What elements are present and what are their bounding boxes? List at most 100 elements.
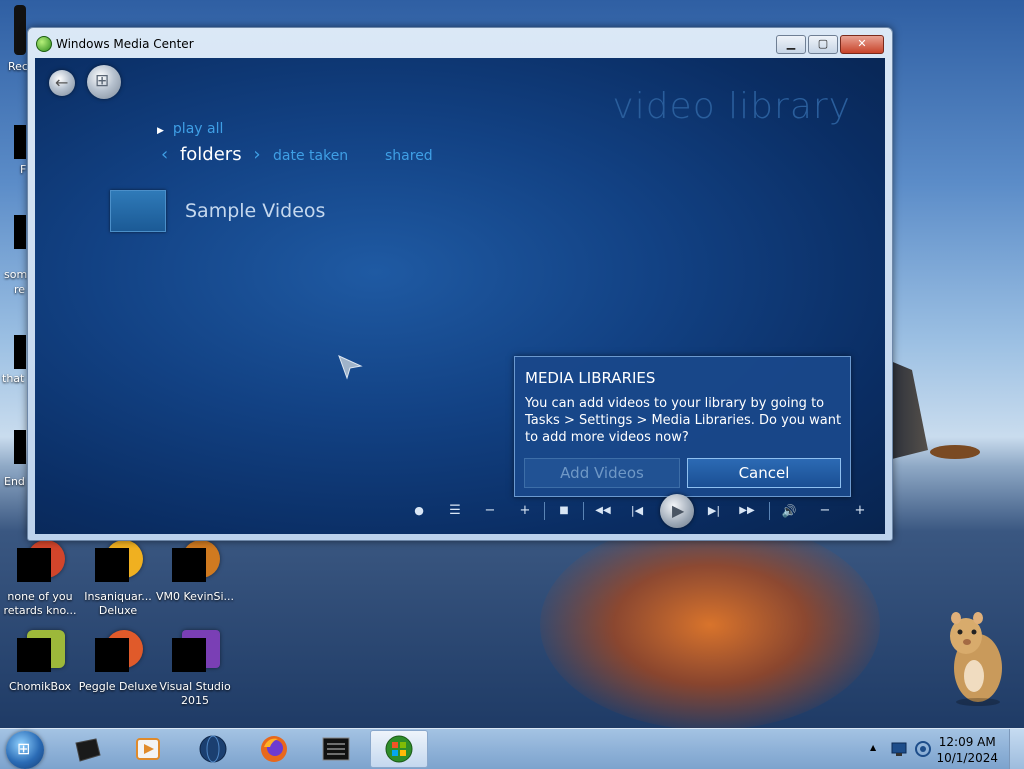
desktop-edge-label: Rec	[8, 60, 28, 73]
redacted-block	[17, 548, 51, 582]
minimize-button[interactable]: ▁	[776, 35, 806, 54]
volume-down-button[interactable]: −	[816, 502, 834, 520]
redacted-block	[172, 548, 206, 582]
wallpaper-rock-base	[930, 445, 980, 459]
desktop-icon-visual-studio[interactable]: Visual Studio 2015	[155, 630, 235, 708]
system-clock[interactable]: 12:09 AM 10/1/2024	[936, 734, 998, 766]
folder-label: Sample Videos	[185, 200, 326, 222]
desktop-partial-icon[interactable]	[14, 430, 26, 464]
media-center-start-button[interactable]: ⊞	[87, 65, 121, 99]
play-button[interactable]: ▶	[660, 494, 694, 528]
back-button[interactable]: ←	[49, 70, 75, 96]
desktop-edge-label: End	[4, 475, 25, 488]
taskbar-command-prompt-icon[interactable]	[320, 733, 352, 765]
network-icon[interactable]	[890, 741, 908, 757]
media-center-content: ← ⊞ video library ▶ play all ‹ folders › …	[35, 58, 885, 534]
taskbar: ⊞ ▲ 12:09 AM 10/1/2024	[0, 728, 1024, 769]
desktop-partial-icon[interactable]	[14, 215, 26, 249]
mute-button[interactable]: 🔊	[778, 502, 800, 520]
play-icon: ▶	[672, 501, 685, 520]
wallpaper-rock	[888, 360, 928, 460]
play-all-link[interactable]: ▶ play all	[157, 121, 223, 137]
redacted-block	[17, 638, 51, 672]
clock-date: 10/1/2024	[936, 751, 998, 765]
add-videos-button[interactable]: Add Videos	[524, 458, 680, 488]
desktop-partial-icon[interactable]	[14, 125, 26, 159]
rewind-button[interactable]: ◀◀	[591, 502, 615, 520]
fast-forward-button[interactable]: ▶▶	[735, 502, 759, 520]
desktop-icon-label: Visual Studio 2015	[159, 680, 231, 707]
desktop-edge-label: som	[4, 268, 28, 281]
chevron-left-icon[interactable]: ‹	[161, 144, 168, 165]
redacted-block	[172, 638, 206, 672]
app-icon	[172, 630, 220, 676]
channel-up-button[interactable]: +	[516, 502, 534, 520]
play-all-label: play all	[172, 121, 224, 137]
media-center-logo-icon	[36, 36, 52, 52]
media-center-cursor-icon	[338, 355, 363, 380]
redacted-block	[95, 548, 129, 582]
next-button[interactable]: ▶|	[703, 502, 725, 520]
back-arrow-icon: ←	[55, 73, 69, 92]
maximize-button[interactable]: ▢	[808, 35, 838, 54]
dialog-message: You can add videos to your library by go…	[525, 396, 842, 445]
desktop-edge-label: F	[20, 163, 27, 176]
view-date-taken[interactable]: date taken	[273, 148, 348, 164]
folder-thumbnail	[110, 190, 166, 232]
taskbar-black-box-icon[interactable]	[72, 733, 104, 765]
window-title: Windows Media Center	[56, 37, 194, 51]
media-libraries-dialog: MEDIA LIBRARIES You can add videos to yo…	[514, 356, 851, 497]
folder-sample-videos[interactable]: Sample Videos	[110, 190, 325, 232]
taskbar-media-center-button[interactable]	[370, 730, 428, 768]
cancel-button[interactable]: Cancel	[687, 458, 841, 488]
windows-logo-icon: ⊞	[17, 739, 31, 758]
show-hidden-icons-button[interactable]: ▲	[870, 743, 876, 752]
desktop-icon-label: VM0 KevinSi...	[155, 590, 234, 603]
app-icon	[95, 540, 143, 586]
play-triangle-icon: ▶	[157, 126, 164, 136]
app-icon	[17, 630, 65, 676]
show-desktop-button[interactable]	[1009, 729, 1024, 769]
view-current-folders[interactable]: folders	[180, 144, 242, 165]
close-button[interactable]: ✕	[840, 35, 884, 54]
volume-up-button[interactable]: +	[851, 502, 869, 520]
previous-button[interactable]: |◀	[626, 502, 648, 520]
media-center-window[interactable]: Windows Media Center ▁ ▢ ✕ ← ⊞ video lib…	[27, 27, 893, 541]
desktop-icon-chomikbox[interactable]: ChomikBox	[0, 630, 80, 694]
transport-separator	[544, 502, 545, 520]
desktop-partial-icon[interactable]	[14, 335, 26, 369]
window-titlebar[interactable]: Windows Media Center ▁ ▢ ✕	[28, 28, 892, 58]
start-button[interactable]: ⊞	[6, 731, 44, 769]
desktop-icon-insaniquarium[interactable]: Insaniquar... Deluxe	[78, 540, 158, 618]
transport-separator	[583, 502, 584, 520]
desktop-icon-peggle-deluxe[interactable]: Peggle Deluxe	[78, 630, 158, 694]
stop-button[interactable]: ■	[555, 502, 573, 520]
desktop-icon-label: Insaniquar... Deluxe	[84, 590, 152, 617]
windows-logo-icon: ⊞	[95, 71, 110, 91]
guide-button[interactable]: ☰	[445, 502, 465, 520]
desktop-edge-label: re	[14, 283, 26, 296]
volume-tray-icon[interactable]	[914, 740, 932, 758]
taskbar-firefox-icon[interactable]	[258, 733, 290, 765]
app-icon	[17, 540, 65, 586]
taskbar-media-player-icon[interactable]	[132, 733, 164, 765]
channel-down-button[interactable]: −	[481, 502, 499, 520]
app-icon	[95, 630, 143, 676]
redacted-block	[95, 638, 129, 672]
view-shared[interactable]: shared	[385, 148, 433, 164]
wallpaper-sunset-reflection	[540, 520, 880, 728]
desktop-icon-vm0[interactable]: VM0 KevinSi...	[155, 540, 235, 604]
transport-separator	[769, 502, 770, 520]
record-button[interactable]: ●	[410, 502, 428, 520]
dialog-title: MEDIA LIBRARIES	[525, 369, 656, 387]
taskbar-globe-app-icon[interactable]	[197, 733, 229, 765]
hamster-desktop-pet-icon[interactable]	[944, 606, 1006, 706]
desktop-icon-label: none of you retards kno...	[3, 590, 77, 617]
view-selector[interactable]: ‹ folders ›	[161, 144, 261, 165]
window-controls: ▁ ▢ ✕	[774, 35, 884, 54]
recycle-bin-icon[interactable]	[14, 5, 26, 55]
chevron-right-icon[interactable]: ›	[253, 144, 260, 165]
page-title: video library	[612, 86, 851, 127]
desktop-icon-label: Peggle Deluxe	[78, 680, 158, 693]
desktop-icon-none-of-you[interactable]: none of you retards kno...	[0, 540, 80, 618]
